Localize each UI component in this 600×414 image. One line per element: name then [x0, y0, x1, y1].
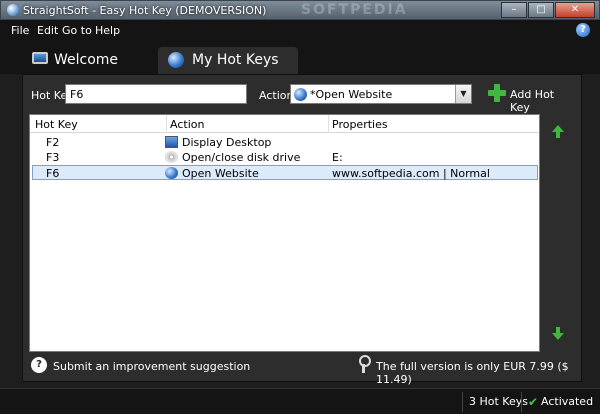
- globe-icon: [294, 88, 307, 101]
- maximize-button[interactable]: □: [528, 2, 554, 18]
- menu-edit[interactable]: Edit: [37, 24, 58, 37]
- app-icon: [7, 4, 19, 16]
- status-bar: 3 Hot Keys ✔ Activated: [0, 388, 600, 414]
- column-header-action[interactable]: Action: [170, 118, 204, 131]
- chevron-down-icon[interactable]: ▼: [455, 85, 471, 103]
- monitor-icon: [32, 52, 48, 64]
- row-action: Display Desktop: [182, 136, 272, 149]
- row-properties: E:: [332, 151, 343, 164]
- globe-icon: [168, 52, 184, 68]
- action-select-value: *Open Website: [310, 88, 393, 101]
- table-row[interactable]: F2 Display Desktop: [32, 135, 538, 150]
- activation-status: Activated: [541, 395, 594, 408]
- status-divider: [462, 392, 463, 412]
- help-icon[interactable]: ?: [576, 23, 590, 37]
- check-icon: ✔: [528, 395, 539, 409]
- menu-file[interactable]: File: [11, 24, 29, 37]
- move-down-arrow-icon[interactable]: [551, 327, 565, 341]
- list-header: Hot Key Action Properties: [30, 115, 539, 133]
- column-divider[interactable]: [166, 115, 167, 133]
- column-divider[interactable]: [328, 115, 329, 133]
- menu-goto[interactable]: Go to: [62, 24, 92, 37]
- column-header-hot-key[interactable]: Hot Key: [35, 118, 78, 131]
- add-hot-key-label: Add Hot Key: [510, 88, 555, 114]
- tab-my-hot-keys-label: My Hot Keys: [192, 52, 279, 68]
- hot-key-list[interactable]: Hot Key Action Properties F2 Display Des…: [29, 114, 540, 352]
- add-hot-key-button[interactable]: Add Hot Key: [486, 83, 576, 114]
- move-up-arrow-icon[interactable]: [551, 125, 565, 139]
- menu-help[interactable]: Help: [95, 24, 120, 37]
- row-action: Open/close disk drive: [182, 151, 301, 164]
- row-hot-key: F3: [46, 151, 60, 164]
- status-divider: [521, 392, 522, 412]
- table-row[interactable]: F3 Open/close disk drive E:: [32, 150, 538, 165]
- key-icon: [357, 355, 371, 373]
- window-controls: – □ ✕: [500, 2, 595, 18]
- plus-icon: [488, 84, 506, 102]
- tab-welcome-label: Welcome: [54, 52, 119, 68]
- row-hot-key: F6: [46, 167, 60, 180]
- row-hot-key: F2: [46, 136, 60, 149]
- tab-my-hot-keys[interactable]: My Hot Keys: [158, 47, 298, 74]
- desktop-icon: [165, 136, 178, 148]
- menu-bar: File Edit Go to Help ?: [0, 20, 600, 42]
- suggestion-link[interactable]: Submit an improvement suggestion: [53, 360, 250, 376]
- action-label: Action: [259, 89, 294, 102]
- table-row[interactable]: F6 Open Website www.softpedia.com | Norm…: [32, 165, 538, 180]
- tab-strip: Welcome My Hot Keys: [0, 42, 600, 74]
- disk-icon: [165, 151, 178, 163]
- globe-icon: [165, 167, 178, 179]
- minimize-button[interactable]: –: [501, 2, 527, 18]
- title-bar: StraightSoft - Easy Hot Key (DEMOVERSION…: [0, 0, 600, 20]
- column-header-properties[interactable]: Properties: [332, 118, 388, 131]
- hot-key-count: 3 Hot Keys: [469, 395, 528, 408]
- window-title: StraightSoft - Easy Hot Key (DEMOVERSION…: [23, 4, 267, 17]
- tab-welcome[interactable]: Welcome: [26, 47, 156, 74]
- row-action: Open Website: [182, 167, 259, 180]
- action-select[interactable]: *Open Website ▼: [290, 84, 472, 104]
- question-icon[interactable]: ?: [31, 357, 47, 373]
- hotkey-input[interactable]: [65, 84, 247, 104]
- hot-keys-panel: Hot Key Action *Open Website ▼ Add Hot K…: [22, 74, 582, 386]
- close-button[interactable]: ✕: [555, 2, 595, 18]
- watermark: SOFTPEDIA: [301, 2, 408, 18]
- promo-link[interactable]: The full version is only EUR 7.99 ($ 11.…: [376, 360, 581, 386]
- row-properties: www.softpedia.com | Normal: [332, 167, 490, 180]
